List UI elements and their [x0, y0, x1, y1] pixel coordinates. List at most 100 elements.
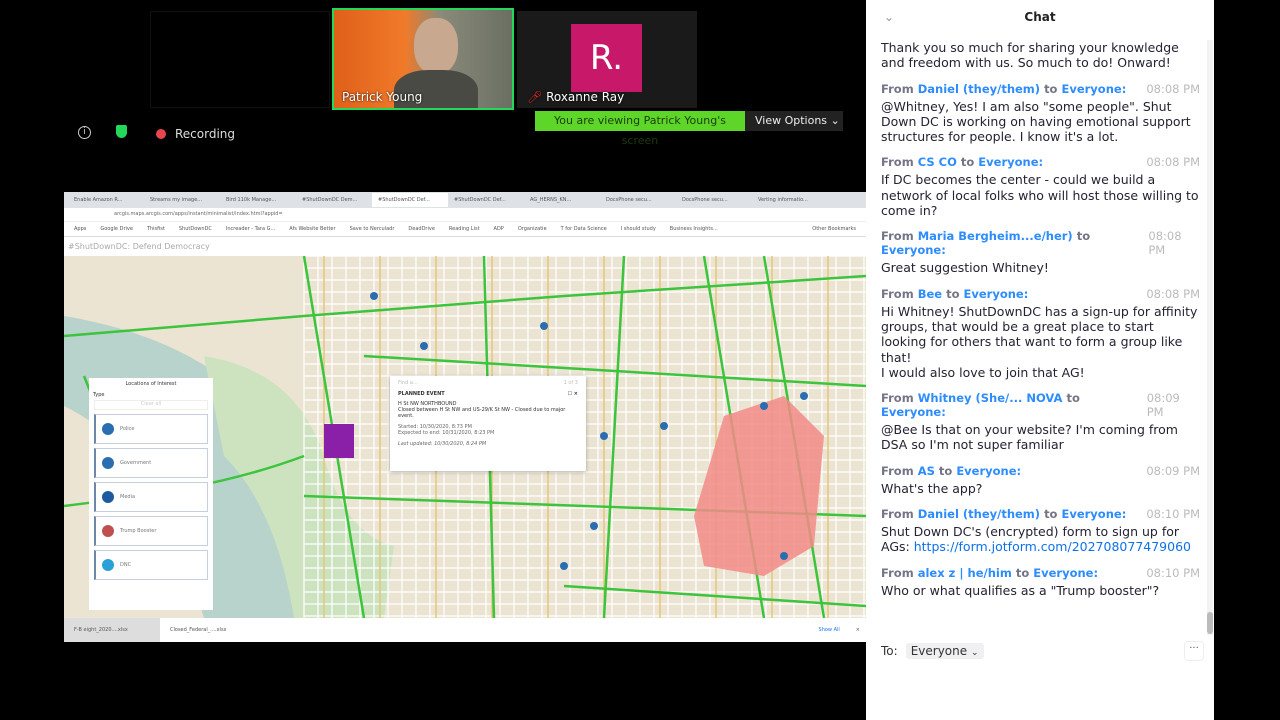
message-meta: From Whitney (She/... NOVA to Everyone: 0…	[881, 391, 1200, 419]
browser-tab[interactable]: DocsPhone secu...	[676, 193, 752, 207]
chat-message: From Bee to Everyone: 08:08 PM Hi Whitney!…	[881, 287, 1200, 380]
address-bar[interactable]: arcgis.maps.arcgis.com/apps/instant/mini…	[64, 208, 866, 222]
bookmark-item[interactable]: Business Insights...	[670, 226, 718, 232]
address-text: arcgis.maps.arcgis.com/apps/instant/mini…	[114, 211, 283, 217]
timestamp: 08:08 PM	[1146, 155, 1200, 170]
chat-message-list[interactable]: Thank you so much for sharing your knowl…	[881, 40, 1200, 609]
bookmark-item[interactable]: ADP	[494, 226, 504, 232]
bookmark-item[interactable]: Apps	[74, 226, 86, 232]
browser-tab[interactable]: AG_HERNS_KN...	[524, 193, 600, 207]
message-body: If DC becomes the center - could we buil…	[881, 172, 1199, 219]
bookmark-item[interactable]: Google Drive	[100, 226, 133, 232]
browser-tab[interactable]: Verting informatio...	[752, 193, 828, 207]
popup-search[interactable]: Find a...	[398, 380, 418, 386]
chat-message: From Daniel (they/them) to Everyone: 08:0…	[881, 82, 1200, 145]
bookmark-item[interactable]: I should study	[621, 226, 656, 232]
chat-message: From CS CO to Everyone: 08:08 PM If DC bec…	[881, 155, 1200, 218]
closure-zone	[694, 396, 824, 576]
message-body: Hi Whitney! ShutDownDC has a sign-up for…	[881, 303, 1198, 380]
bookmark-item[interactable]: Thisfist	[147, 226, 165, 232]
message-text: @Bee Is that on your website? I'm coming…	[881, 422, 1200, 453]
video-tile-roxanne-ray[interactable]: R. 🎤︎ Roxanne Ray	[517, 11, 697, 108]
browser-tab[interactable]: Enable Amazon R...	[68, 193, 144, 207]
sender[interactable]: Maria Bergheim...e/her)	[918, 229, 1073, 243]
sender[interactable]: Bee	[918, 287, 942, 301]
poi-marker	[600, 432, 608, 440]
timestamp: 08:09 PM	[1146, 463, 1200, 478]
message-body: Who or what qualifies as a "Trump booste…	[881, 582, 1160, 598]
map-view[interactable]: Locations of Interest Type Clear all Pol…	[64, 256, 866, 618]
bookmark-item[interactable]: DeadDrive	[408, 226, 435, 232]
more-options-button[interactable]: ···	[1184, 641, 1204, 661]
legend-icon	[102, 457, 114, 469]
poi-marker	[800, 392, 808, 400]
info-icon[interactable]: i	[78, 126, 91, 139]
bookmark-item[interactable]: Increader - Tara G...	[226, 226, 275, 232]
download-item[interactable]: Closed_Federal_....xlsx	[160, 627, 260, 633]
shield-icon[interactable]	[116, 125, 127, 138]
browser-tab[interactable]: #ShutDownDC Def...	[448, 193, 524, 207]
message-text: Shut Down DC's (encrypted) form to sign …	[881, 524, 1200, 555]
download-item[interactable]: F-B eight_2020....xlsx	[64, 618, 160, 642]
from-word: From	[881, 229, 914, 244]
event-area	[324, 424, 354, 458]
sender[interactable]: Whitney (She/... NOVA	[918, 391, 1063, 405]
timestamp: 08:08 PM	[1146, 286, 1200, 301]
video-tile-patrick-young[interactable]: Patrick Young	[332, 8, 514, 110]
chat-message: From Maria Bergheim...e/her) to Everyone…	[881, 229, 1200, 275]
popup-description: Closed between H St NW and US-29/K St NW…	[398, 407, 566, 419]
from-word: From	[881, 507, 914, 522]
browser-tab[interactable]: #ShutDownDC Def...	[372, 193, 448, 207]
view-options-button[interactable]: View Options ⌄	[745, 111, 843, 131]
legend-item-media[interactable]: Media	[94, 482, 208, 512]
bookmark-item[interactable]: Reading List	[449, 226, 480, 232]
message-meta: From CS CO to Everyone: 08:08 PM	[881, 155, 1200, 169]
to-word: to	[960, 155, 975, 170]
shared-screen[interactable]: Enable Amazon R... Streams my image... Bir…	[64, 192, 866, 642]
legend-item-label: Government	[120, 460, 152, 466]
browser-tab[interactable]: #ShutDownDC Dem...	[296, 193, 372, 207]
sender[interactable]: Daniel (they/them)	[918, 507, 1040, 521]
legend-item-government[interactable]: Government	[94, 448, 208, 478]
legend-item-trump-booster[interactable]: Trump Booster	[94, 516, 208, 546]
view-options-label: View Options	[755, 114, 828, 127]
from-word: From	[881, 463, 914, 478]
browser-tab[interactable]: Streams my image...	[144, 193, 220, 207]
message-text: If DC becomes the center - could we buil…	[881, 172, 1200, 218]
legend-icon	[102, 423, 114, 435]
chat-scrollbar[interactable]	[1207, 40, 1213, 635]
chat-message: From Whitney (She/... NOVA to Everyone: 0…	[881, 391, 1200, 453]
bookmark-item[interactable]: Organizatie	[518, 226, 547, 232]
bookmark-item[interactable]: Other Bookmarks	[812, 226, 856, 232]
bookmark-item[interactable]: Save to Nerculadr	[350, 226, 395, 232]
legend-item-police[interactable]: Police	[94, 414, 208, 444]
close-icon[interactable]: ×	[856, 627, 860, 633]
timestamp: 08:10 PM	[1146, 565, 1200, 580]
message-link[interactable]: https://form.jotform.com/202708077479060	[914, 539, 1191, 554]
to-word: to	[1015, 565, 1030, 580]
clear-button[interactable]: Clear all	[94, 400, 208, 410]
sender[interactable]: alex z | he/him	[918, 566, 1012, 580]
bookmark-item[interactable]: Afs Website Better	[289, 226, 335, 232]
browser-tab[interactable]: Bird 110k Manage...	[220, 193, 296, 207]
collapse-chevron-icon[interactable]: ⌄	[884, 0, 894, 34]
close-icon[interactable]: ☐ ×	[568, 391, 578, 397]
popup-updated: Last updated: 10/30/2020, 8:24 PM	[398, 441, 487, 447]
sender[interactable]: Daniel (they/them)	[918, 82, 1040, 96]
to-word: to	[1066, 391, 1080, 406]
timestamp: 08:08 PM	[1146, 81, 1200, 96]
popup-pager[interactable]: 1 of 3	[564, 380, 578, 386]
message-body: What's the app?	[881, 480, 983, 496]
recording-indicator[interactable]: Recording	[156, 127, 235, 141]
sender[interactable]: AS	[918, 464, 935, 478]
sender[interactable]: CS CO	[918, 155, 957, 169]
bookmark-item[interactable]: ShutDownDC	[179, 226, 212, 232]
recipient-dropdown[interactable]: Everyone ⌄	[905, 643, 984, 659]
legend-item-dnc[interactable]: DNC	[94, 550, 208, 580]
message-text: What's the app?	[881, 481, 1200, 496]
browser-tab[interactable]: DocsPhone secu...	[600, 193, 676, 207]
legend-title: Locations of Interest	[125, 381, 177, 387]
bookmark-item[interactable]: T for Data Science	[561, 226, 607, 232]
show-all-button[interactable]: Show All	[819, 627, 840, 633]
poi-marker	[590, 522, 598, 530]
